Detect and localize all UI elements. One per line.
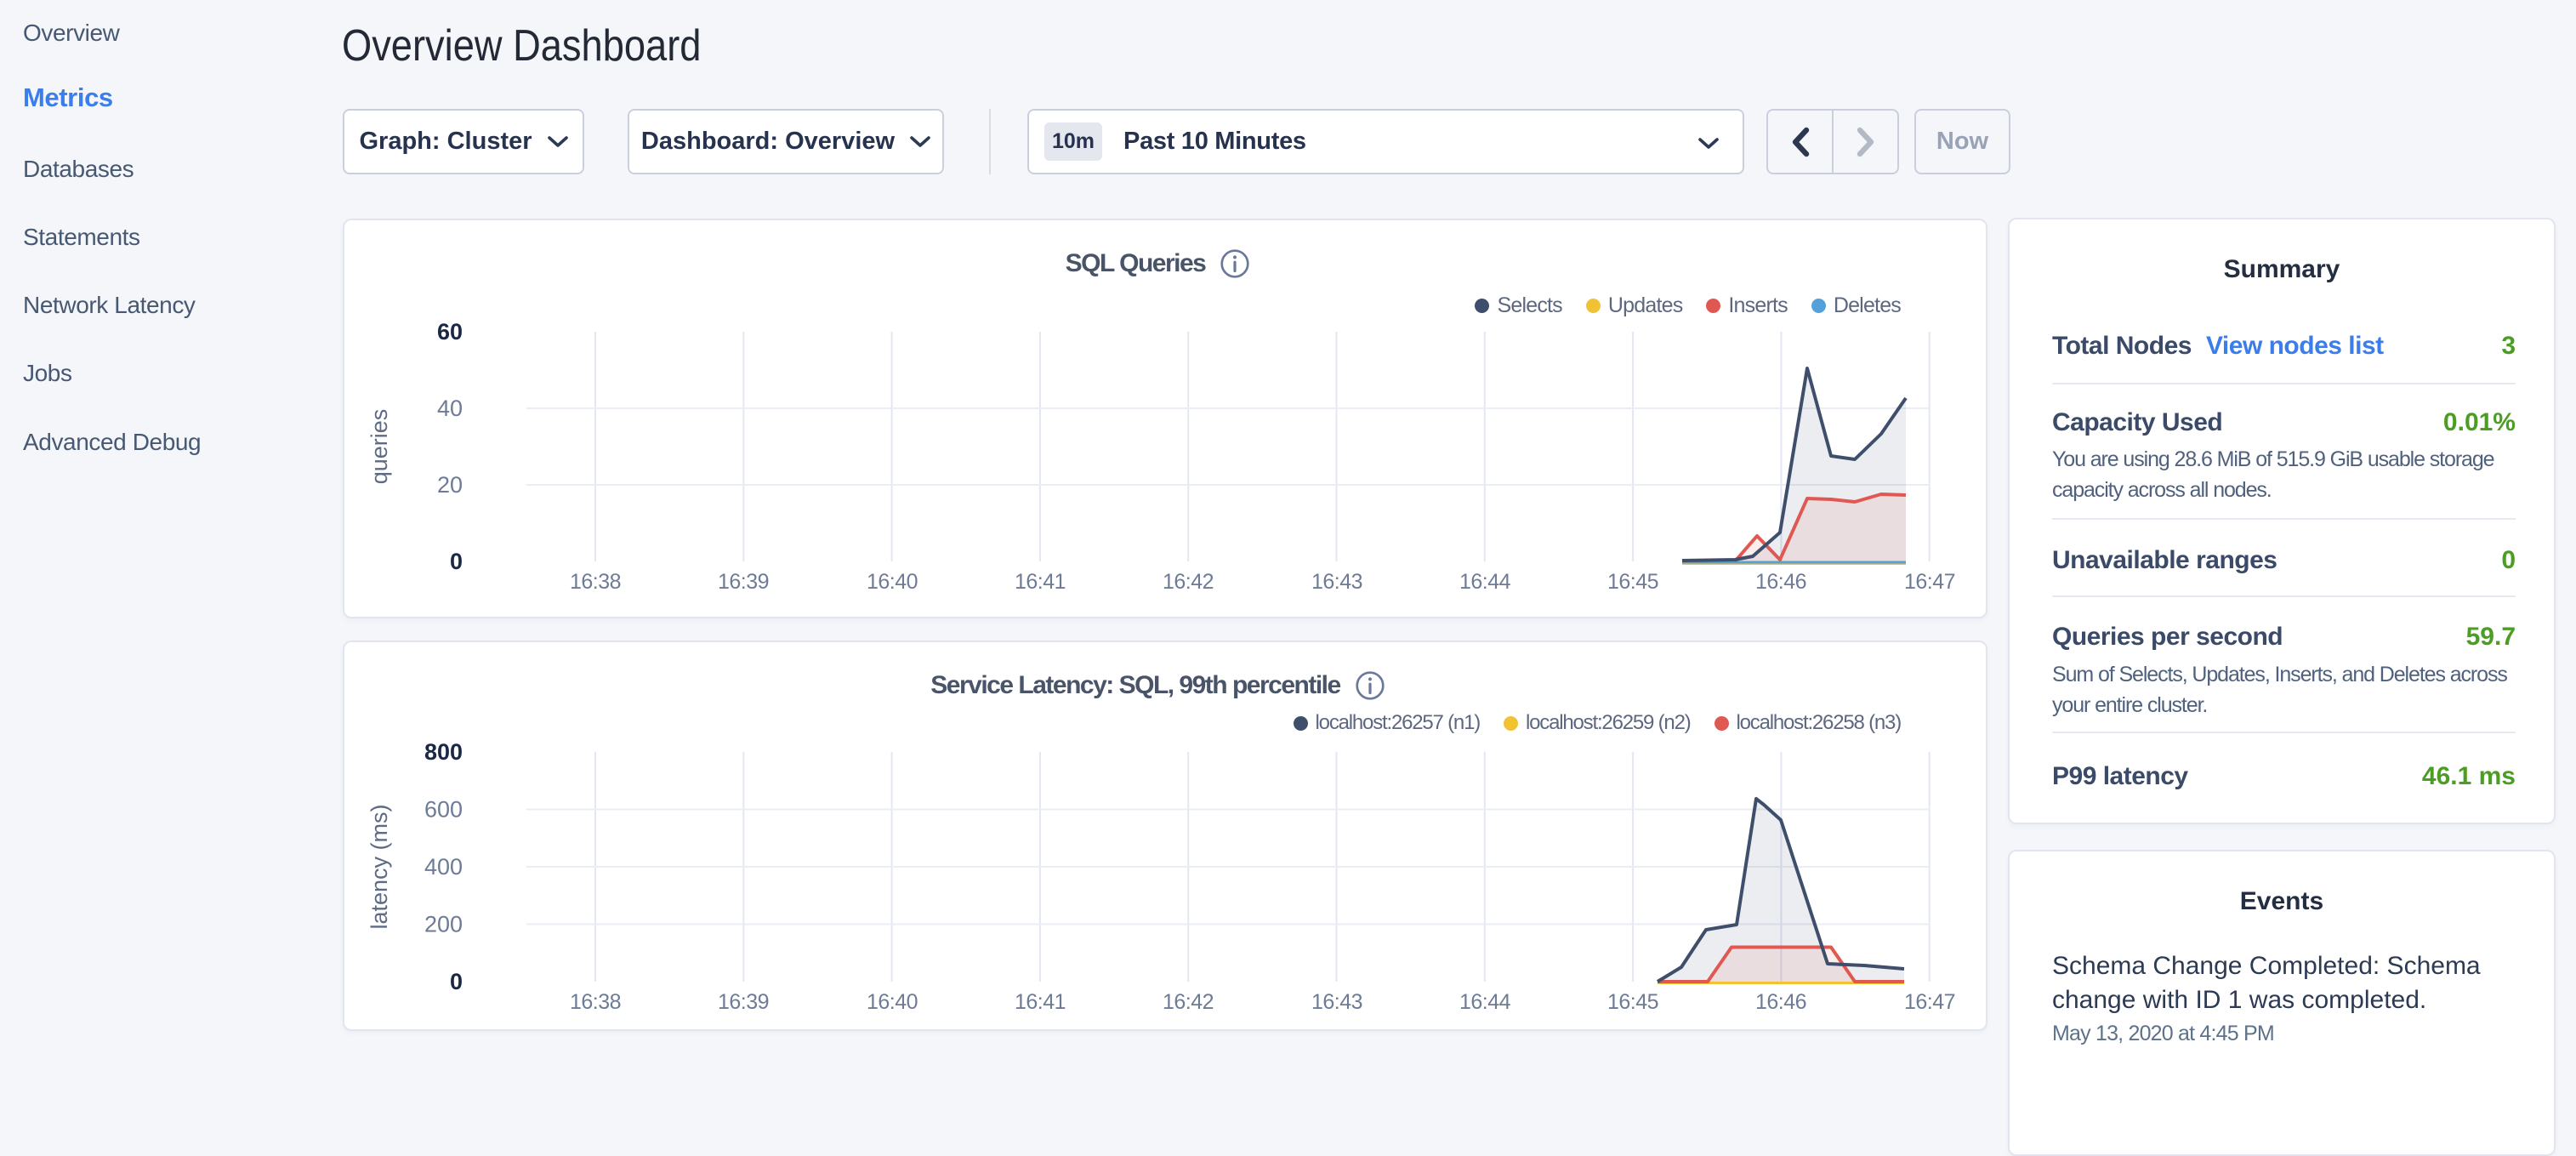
svg-text:0: 0 xyxy=(450,969,463,994)
svg-text:16:39: 16:39 xyxy=(718,990,769,1014)
svg-text:16:39: 16:39 xyxy=(718,570,769,594)
svg-text:16:38: 16:38 xyxy=(570,570,621,594)
svg-text:16:45: 16:45 xyxy=(1607,990,1658,1014)
svg-text:16:46: 16:46 xyxy=(1755,990,1806,1014)
svg-text:latency (ms): latency (ms) xyxy=(367,804,392,929)
svg-text:600: 600 xyxy=(424,797,463,823)
svg-text:16:46: 16:46 xyxy=(1755,570,1806,594)
svg-text:16:41: 16:41 xyxy=(1015,570,1066,594)
svg-text:40: 40 xyxy=(437,396,463,421)
svg-text:16:44: 16:44 xyxy=(1459,570,1511,594)
svg-text:16:38: 16:38 xyxy=(570,990,621,1014)
svg-text:16:47: 16:47 xyxy=(1904,990,1955,1014)
svg-text:0: 0 xyxy=(450,549,463,574)
svg-text:400: 400 xyxy=(424,854,463,880)
svg-text:16:45: 16:45 xyxy=(1607,570,1658,594)
svg-text:16:42: 16:42 xyxy=(1163,570,1214,594)
svg-text:200: 200 xyxy=(424,912,463,937)
svg-text:16:43: 16:43 xyxy=(1311,990,1362,1014)
svg-text:16:43: 16:43 xyxy=(1311,570,1362,594)
svg-text:60: 60 xyxy=(437,319,463,345)
svg-text:16:40: 16:40 xyxy=(867,990,918,1014)
svg-text:16:47: 16:47 xyxy=(1904,570,1955,594)
svg-text:16:42: 16:42 xyxy=(1163,990,1214,1014)
svg-text:16:44: 16:44 xyxy=(1459,990,1511,1014)
svg-text:queries: queries xyxy=(367,409,392,485)
svg-text:800: 800 xyxy=(424,739,463,765)
svg-text:20: 20 xyxy=(437,472,463,498)
svg-text:16:40: 16:40 xyxy=(867,570,918,594)
svg-text:16:41: 16:41 xyxy=(1015,990,1066,1014)
